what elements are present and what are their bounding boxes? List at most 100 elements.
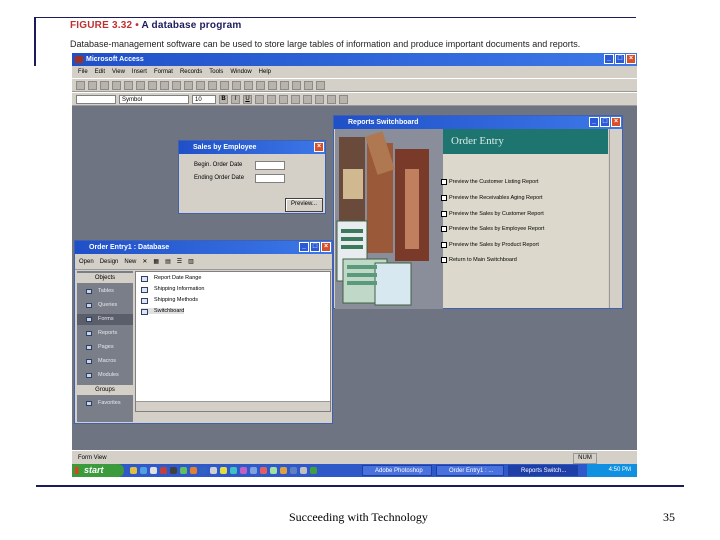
switch-item-sales-by-employee[interactable]: Preview the Sales by Employee Report bbox=[441, 226, 544, 232]
object-forms[interactable]: Forms bbox=[86, 316, 114, 322]
quicklaunch-icon[interactable] bbox=[250, 467, 257, 474]
save-icon[interactable] bbox=[88, 80, 97, 90]
menu-window[interactable]: Window bbox=[230, 66, 251, 78]
menu-help[interactable]: Help bbox=[259, 66, 271, 78]
close-icon[interactable]: × bbox=[611, 117, 621, 127]
group-favorites[interactable]: Favorites bbox=[86, 400, 121, 406]
font-size-combo[interactable]: 10 bbox=[192, 94, 216, 104]
quicklaunch-icon[interactable] bbox=[160, 467, 167, 474]
form-switchboard[interactable]: Switchboard bbox=[141, 308, 185, 315]
delete-icon[interactable]: ✕ bbox=[142, 254, 147, 269]
task-photoshop[interactable]: Adobe Photoshop bbox=[362, 465, 432, 476]
special-effect-icon[interactable] bbox=[339, 94, 348, 104]
close-icon[interactable]: × bbox=[321, 242, 331, 252]
menu-tools[interactable]: Tools bbox=[209, 66, 223, 78]
quicklaunch-icon[interactable] bbox=[270, 467, 277, 474]
quicklaunch-icon[interactable] bbox=[150, 467, 157, 474]
font-name-combo[interactable]: Symbol bbox=[119, 94, 189, 104]
task-order-entry[interactable]: Order Entry1 : ... bbox=[436, 465, 504, 476]
switch-item-sales-by-customer[interactable]: Preview the Sales by Customer Report bbox=[441, 211, 544, 217]
object-tables[interactable]: Tables bbox=[86, 288, 114, 294]
close-icon[interactable]: × bbox=[626, 54, 636, 64]
align-right-icon[interactable] bbox=[279, 94, 288, 104]
quicklaunch-icon[interactable] bbox=[300, 467, 307, 474]
quicklaunch-icon[interactable] bbox=[200, 467, 207, 474]
preview-button[interactable]: Preview... bbox=[285, 198, 323, 212]
switch-item-customer-listing[interactable]: Preview the Customer Listing Report bbox=[441, 179, 539, 185]
quicklaunch-icon[interactable] bbox=[310, 467, 317, 474]
small-icons-icon[interactable]: ▤ bbox=[165, 254, 171, 269]
menu-file[interactable]: File bbox=[78, 66, 88, 78]
object-pages[interactable]: Pages bbox=[86, 344, 114, 350]
menu-view[interactable]: View bbox=[112, 66, 125, 78]
end-date-field[interactable] bbox=[255, 174, 285, 183]
quicklaunch-icon[interactable] bbox=[290, 467, 297, 474]
properties-icon[interactable] bbox=[280, 80, 289, 90]
forms-horizontal-scrollbar[interactable] bbox=[136, 401, 330, 411]
new-object-icon[interactable] bbox=[304, 80, 313, 90]
quicklaunch-icon[interactable] bbox=[220, 467, 227, 474]
quicklaunch-icon[interactable] bbox=[140, 467, 147, 474]
object-combo[interactable] bbox=[76, 94, 116, 104]
menu-format[interactable]: Format bbox=[154, 66, 173, 78]
apply-filter-icon[interactable] bbox=[232, 80, 241, 90]
quicklaunch-icon[interactable] bbox=[180, 467, 187, 474]
sort-ascending-icon[interactable] bbox=[196, 80, 205, 90]
find-icon[interactable] bbox=[244, 80, 253, 90]
switch-item-receivables-aging[interactable]: Preview the Receivables Aging Report bbox=[441, 195, 543, 201]
details-icon[interactable]: ▥ bbox=[188, 254, 194, 269]
object-macros[interactable]: Macros bbox=[86, 358, 116, 364]
form-shipping-information[interactable]: Shipping Information bbox=[141, 286, 204, 293]
switchboard-scrollbar[interactable] bbox=[609, 129, 622, 308]
quicklaunch-icon[interactable] bbox=[260, 467, 267, 474]
bold-button[interactable]: B bbox=[219, 94, 228, 104]
list-icon[interactable]: ☰ bbox=[177, 254, 182, 269]
minimize-icon[interactable]: _ bbox=[589, 117, 599, 127]
cut-icon[interactable] bbox=[136, 80, 145, 90]
design-button[interactable]: Design bbox=[100, 254, 119, 269]
undo-icon[interactable] bbox=[184, 80, 193, 90]
align-center-icon[interactable] bbox=[267, 94, 276, 104]
copy-icon[interactable] bbox=[148, 80, 157, 90]
maximize-icon[interactable]: □ bbox=[600, 117, 610, 127]
underline-button[interactable]: U bbox=[243, 94, 252, 104]
database-window-icon[interactable] bbox=[292, 80, 301, 90]
large-icons-icon[interactable]: ▦ bbox=[153, 254, 159, 269]
maximize-icon[interactable]: □ bbox=[310, 242, 320, 252]
spelling-icon[interactable] bbox=[124, 80, 133, 90]
form-report-date-range[interactable]: Report Date Range bbox=[141, 275, 201, 282]
line-color-icon[interactable] bbox=[315, 94, 324, 104]
maximize-icon[interactable]: □ bbox=[615, 54, 625, 64]
quicklaunch-icon[interactable] bbox=[240, 467, 247, 474]
switch-item-return-main[interactable]: Return to Main Switchboard bbox=[441, 257, 517, 263]
sort-descending-icon[interactable] bbox=[208, 80, 217, 90]
filter-icon[interactable] bbox=[220, 80, 229, 90]
menu-records[interactable]: Records bbox=[180, 66, 202, 78]
form-shipping-methods[interactable]: Shipping Methods bbox=[141, 297, 198, 304]
new-record-icon[interactable] bbox=[256, 80, 265, 90]
open-button[interactable]: Open bbox=[79, 254, 94, 269]
begin-date-field[interactable] bbox=[255, 161, 285, 170]
quicklaunch-icon[interactable] bbox=[210, 467, 217, 474]
menu-edit[interactable]: Edit bbox=[95, 66, 105, 78]
view-icon[interactable] bbox=[76, 80, 85, 90]
font-color-icon[interactable] bbox=[303, 94, 312, 104]
start-button[interactable]: start bbox=[72, 464, 124, 477]
paste-icon[interactable] bbox=[160, 80, 169, 90]
align-left-icon[interactable] bbox=[255, 94, 264, 104]
object-queries[interactable]: Queries bbox=[86, 302, 117, 308]
quicklaunch-icon[interactable] bbox=[280, 467, 287, 474]
menu-insert[interactable]: Insert bbox=[132, 66, 147, 78]
new-button[interactable]: New bbox=[124, 254, 136, 269]
delete-record-icon[interactable] bbox=[268, 80, 277, 90]
line-width-icon[interactable] bbox=[327, 94, 336, 104]
minimize-icon[interactable]: _ bbox=[299, 242, 309, 252]
fill-color-icon[interactable] bbox=[291, 94, 300, 104]
italic-button[interactable]: I bbox=[231, 94, 240, 104]
task-reports-switchboard[interactable]: Reports Switch... bbox=[508, 465, 578, 476]
quicklaunch-icon[interactable] bbox=[170, 467, 177, 474]
print-preview-icon[interactable] bbox=[112, 80, 121, 90]
quicklaunch-icon[interactable] bbox=[190, 467, 197, 474]
object-reports[interactable]: Reports bbox=[86, 330, 117, 336]
format-painter-icon[interactable] bbox=[172, 80, 181, 90]
